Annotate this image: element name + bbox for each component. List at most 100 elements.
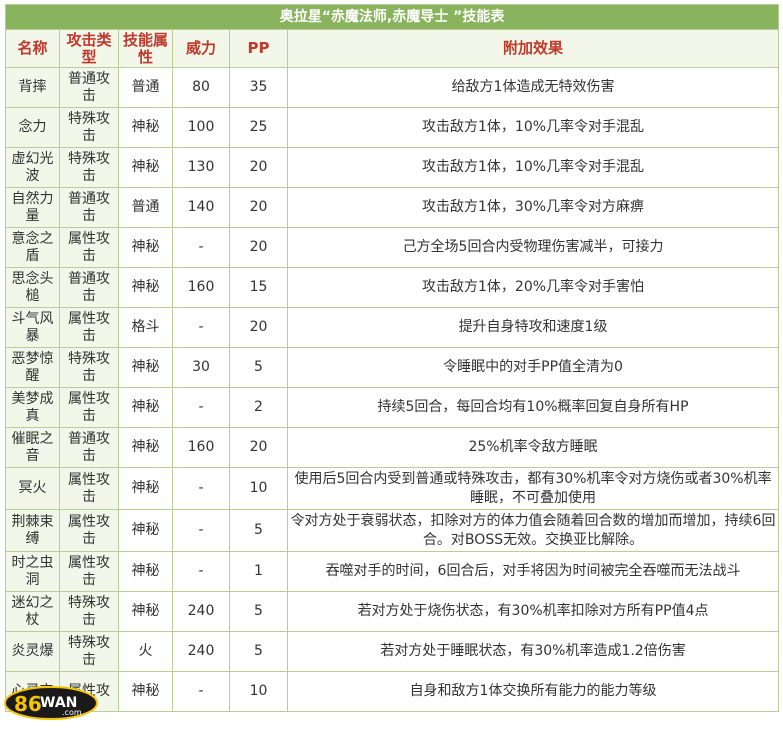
skill-name-cell: 迷幻之杖	[5, 591, 60, 632]
pp-value: 15	[229, 267, 288, 308]
table-row: 迷幻之杖 特殊攻击 神秘 240 5 若对方处于烧伤状态，有30%机率扣除对方所有PP值4…	[5, 591, 780, 632]
effect-text: 若对方处于睡眠状态，有30%机率造成1.2倍伤害	[286, 631, 780, 672]
pp-value: 5	[229, 347, 288, 388]
skill-name: 背摔	[18, 79, 47, 95]
skill-attribute: 普通	[118, 67, 173, 108]
attack-type-cell: 普通攻击	[59, 267, 119, 308]
attack-type: 普通攻击	[68, 70, 110, 104]
effect-text: 25%机率令敌方睡眠	[286, 427, 780, 468]
skill-name-cell: 恶梦惊醒	[5, 347, 60, 388]
skill-name: 思念头槌	[11, 270, 54, 304]
attack-type-cell: 特殊攻击	[59, 631, 119, 672]
skill-name: 恶梦惊醒	[11, 350, 54, 384]
attack-type-cell: 属性攻击	[59, 551, 119, 592]
skill-name: 意念之盾	[11, 230, 54, 264]
pp-value: 35	[229, 67, 288, 108]
table-row: 美梦成真 属性攻击 神秘 -2 持续5回合，每回合均有10%概率回复自身所有HP	[5, 387, 780, 428]
attack-type-cell: 属性攻击	[59, 227, 119, 268]
skill-table: 奥拉星“赤魔法师,赤魔导士 ”技能表 名称 攻击类型 技能属性 威力 PP 附加…	[4, 4, 780, 712]
header-pp: PP	[229, 29, 288, 68]
effect-text: 给敌方1体造成无特效伤害	[286, 67, 780, 108]
attack-type: 属性攻击	[68, 390, 110, 424]
power-value: 240	[172, 631, 230, 672]
skill-name-cell: 念力	[5, 107, 60, 148]
attack-type-cell: 特殊攻击	[59, 347, 119, 388]
attack-type: 属性攻击	[68, 554, 110, 588]
attack-type-cell: 属性攻击	[59, 509, 119, 552]
pp-value: 20	[229, 427, 288, 468]
skill-attribute: 神秘	[118, 147, 173, 188]
skill-name-cell: 斗气风暴	[5, 307, 60, 348]
header-power: 威力	[172, 29, 230, 68]
skill-attribute: 神秘	[118, 671, 173, 712]
table-row: 意念之盾 属性攻击 神秘 -20 己方全场5回合内受物理伤害减半，可接力	[5, 227, 780, 268]
skill-attribute: 火	[118, 631, 173, 672]
attack-type: 特殊攻击	[68, 634, 110, 668]
table-row: 炎灵爆 特殊攻击火 240 5 若对方处于睡眠状态，有30%机率造成1.2倍伤害	[5, 631, 780, 672]
effect-text: 令对方处于衰弱状态，扣除对方的体力值会随着回合数的增加而增加，持续6回合。对BO…	[286, 509, 780, 552]
attack-type: 普通攻击	[68, 270, 110, 304]
pp-value: 5	[229, 509, 288, 552]
pp-value: 25	[229, 107, 288, 148]
header-skill-attribute: 技能属性	[118, 29, 173, 68]
power-value: -	[172, 467, 230, 510]
power-value: 80	[172, 67, 230, 108]
header-name: 名称	[5, 29, 60, 68]
skill-attribute: 神秘	[118, 387, 173, 428]
power-value: 160	[172, 267, 230, 308]
attack-type-cell: 特殊攻击	[59, 591, 119, 632]
attack-type: 普通攻击	[68, 190, 110, 224]
skill-attribute: 神秘	[118, 591, 173, 632]
pp-value: 20	[229, 227, 288, 268]
attack-type: 属性攻击	[68, 310, 110, 344]
power-value: -	[172, 551, 230, 592]
skill-name-cell: 时之虫洞	[5, 551, 60, 592]
attack-type: 特殊攻击	[68, 150, 110, 184]
attack-type-cell: 普通攻击	[59, 427, 119, 468]
effect-text: 若对方处于烧伤状态，有30%机率扣除对方所有PP值4点	[286, 591, 780, 632]
effect-text: 持续5回合，每回合均有10%概率回复自身所有HP	[286, 387, 780, 428]
table-row: 虚幻光波 特殊攻击 神秘 130 20 攻击敌方1体，10%几率令对手混乱	[5, 147, 780, 188]
skill-name-cell: 自然力量	[5, 187, 60, 228]
effect-text: 己方全场5回合内受物理伤害减半，可接力	[286, 227, 780, 268]
attack-type-cell: 普通攻击	[59, 67, 119, 108]
attack-type: 属性攻击	[68, 230, 110, 264]
skill-name: 念力	[18, 119, 47, 135]
attack-type: 普通攻击	[68, 430, 110, 464]
skill-attribute: 神秘	[118, 467, 173, 510]
skill-name-cell: 催眠之音	[5, 427, 60, 468]
logo-domain-text: .com	[62, 708, 82, 717]
pp-value: 5	[229, 631, 288, 672]
skill-attribute: 神秘	[118, 347, 173, 388]
86wan-logo: 86 WAN .com	[4, 686, 98, 720]
power-value: 160	[172, 427, 230, 468]
table-row: 催眠之音 普通攻击 神秘 160 20 25%机率令敌方睡眠	[5, 427, 780, 468]
table-row: 恶梦惊醒 特殊攻击 神秘 30 5 令睡眠中的对手PP值全清为0	[5, 347, 780, 388]
pp-value: 20	[229, 187, 288, 228]
table-row: 思念头槌 普通攻击 神秘 160 15 攻击敌方1体，20%几率令对手害怕	[5, 267, 780, 308]
skill-attribute: 普通	[118, 187, 173, 228]
skill-name-cell: 虚幻光波	[5, 147, 60, 188]
attack-type-cell: 特殊攻击	[59, 147, 119, 188]
attack-type: 特殊攻击	[68, 350, 110, 384]
skill-attribute: 格斗	[118, 307, 173, 348]
header-skill-attribute-label: 技能属性	[122, 30, 168, 66]
power-value: -	[172, 671, 230, 712]
effect-text: 攻击敌方1体，30%几率令对方麻痹	[286, 187, 780, 228]
skill-attribute: 神秘	[118, 107, 173, 148]
skill-attribute: 神秘	[118, 427, 173, 468]
logo-main-text: 86	[14, 692, 42, 716]
attack-type: 属性攻击	[68, 471, 110, 505]
skill-name: 时之虫洞	[11, 554, 54, 588]
header-attack-type-label: 攻击类型	[66, 30, 112, 66]
power-value: -	[172, 307, 230, 348]
pp-value: 20	[229, 307, 288, 348]
attack-type: 特殊攻击	[68, 594, 110, 628]
power-value: 100	[172, 107, 230, 148]
skill-name-cell: 背摔	[5, 67, 60, 108]
skill-name: 荆棘束缚	[11, 513, 54, 547]
power-value: -	[172, 509, 230, 552]
power-value: 140	[172, 187, 230, 228]
skill-name: 催眠之音	[11, 430, 54, 464]
pp-value: 2	[229, 387, 288, 428]
